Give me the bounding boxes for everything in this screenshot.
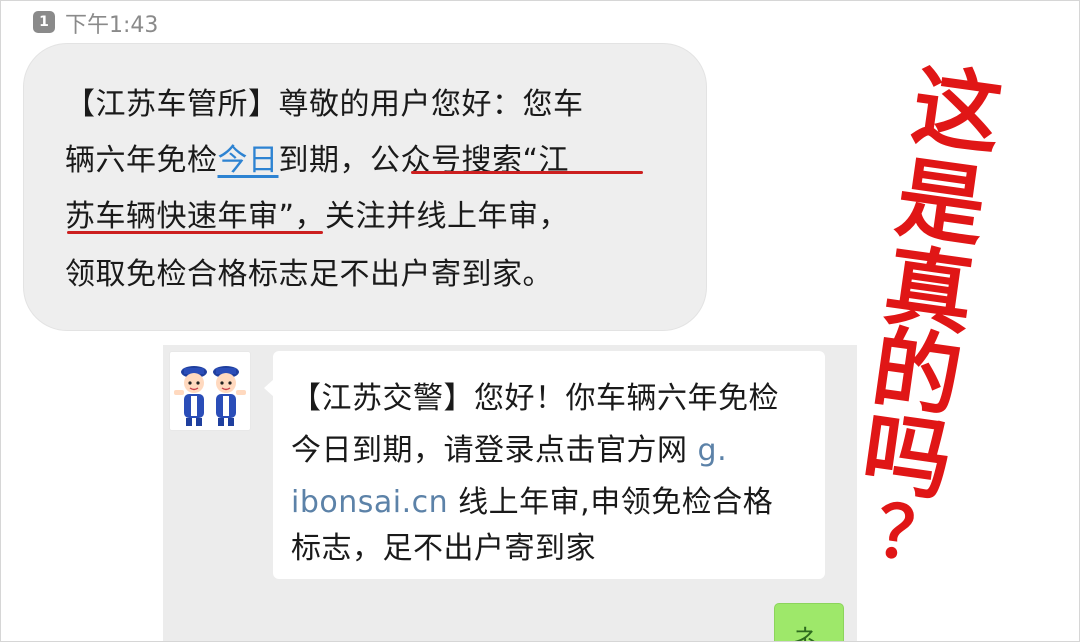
url-link[interactable]: g. (698, 433, 728, 468)
sent-message-text: ネ (793, 624, 817, 642)
wechat-line-1: 【江苏交警】您好！你车辆六年免检 (291, 381, 779, 416)
wechat-line-3: ibonsai.cn 线上年审,申领免检合格 (291, 477, 773, 521)
red-underline-mark (67, 231, 323, 234)
screenshot-frame: 1 下午1:43 【江苏车管所】尊敬的用户您好：您车 辆六年免检今日到期，公众号… (0, 0, 1080, 642)
sms-line-3: 苏车辆快速年审”，关注并线上年审， (65, 191, 569, 235)
annotation-char: ？ (871, 488, 955, 582)
wechat-line-2: 今日到期，请登录点击官方网 g. (291, 425, 727, 469)
sms-line-4: 领取免检合格标志足不出户寄到家。 (65, 257, 553, 292)
wechat-text: 线上年审,申领免检合格 (448, 485, 774, 520)
sms-text: 辆六年免检 (65, 143, 218, 178)
sim-card-icon: 1 (33, 11, 55, 33)
wechat-text: 今日到期，请登录点击官方网 (291, 433, 698, 468)
message-timestamp: 下午1:43 (65, 13, 159, 38)
sms-line-1: 【江苏车管所】尊敬的用户您好：您车 (65, 87, 584, 122)
sms-text: ，关注并线上年审， (294, 199, 570, 234)
date-link[interactable]: 今日 (218, 143, 279, 178)
sent-message-bubble[interactable]: ネ (774, 603, 844, 642)
red-underline-mark (411, 171, 643, 174)
wechat-line-4: 标志，足不出户寄到家 (291, 531, 596, 566)
url-link[interactable]: ibonsai.cn (291, 485, 448, 520)
highlighted-text: 苏车辆快速年审” (65, 199, 295, 234)
traffic-police-avatar[interactable] (169, 351, 251, 431)
police-cartoon-icon (174, 366, 246, 426)
annotation-char: 这 (906, 53, 1008, 168)
sms-text: 到期， (278, 143, 370, 178)
